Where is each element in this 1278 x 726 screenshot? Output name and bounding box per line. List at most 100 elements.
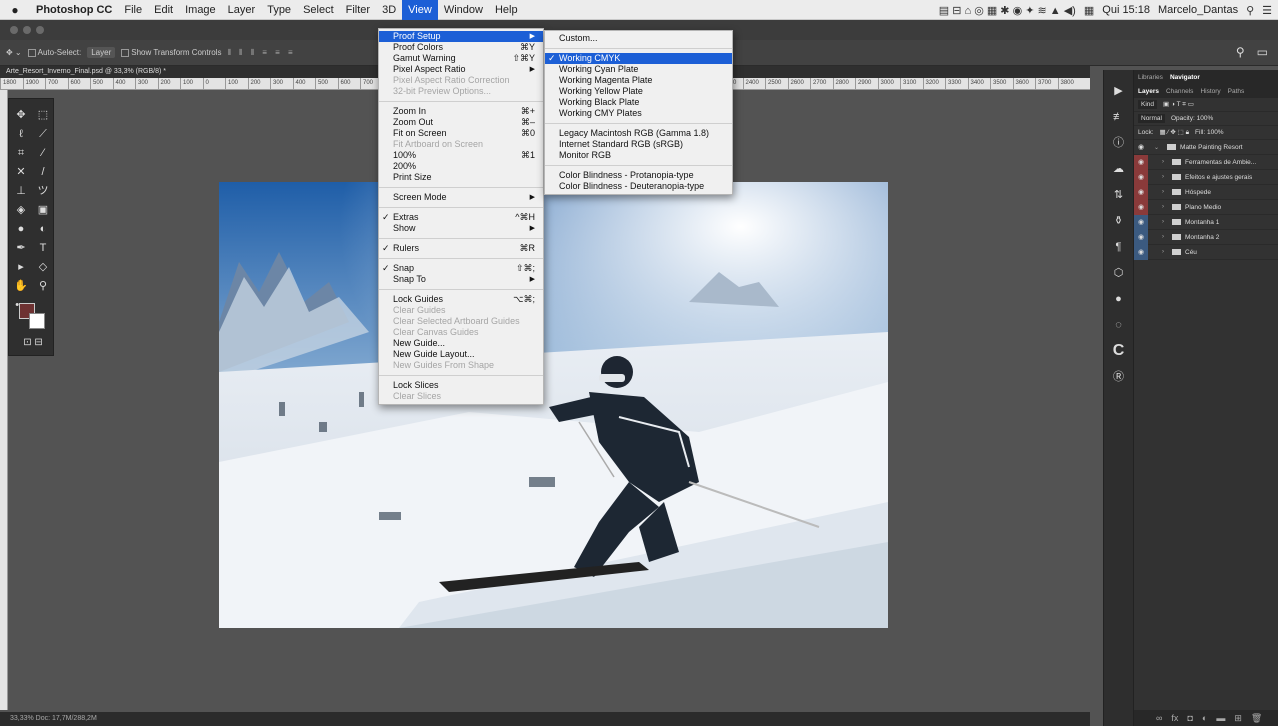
view-menu-item[interactable]: Gamut Warning ⇧⌘Y [379,53,543,64]
libraries-icon[interactable]: ☁ [1104,156,1133,182]
proof-menu-item[interactable]: ✓ Working CMYK [545,53,732,64]
move-tool-icon[interactable]: ✥ ⌄ [6,48,22,57]
layer-group-row[interactable]: ◉ ⌄ Matte Painting Resort [1134,140,1278,155]
notification-icon[interactable]: ☰ [1262,4,1272,17]
eye-icon[interactable]: ◉ [1134,184,1148,200]
layer-row[interactable]: ◉ › Hóspede [1134,184,1278,200]
hand-tool[interactable]: ✋ [11,278,31,294]
view-menu-item[interactable]: Show ▶ [379,223,543,234]
brush-tool[interactable]: / [33,164,53,180]
view-menu-item[interactable]: Zoom Out ⌘– [379,117,543,128]
proof-menu-item[interactable]: Monitor RGB [545,150,732,161]
proof-menu-item[interactable]: Color Blindness - Deuteranopia-type [545,181,732,192]
menu-layer[interactable]: Layer [222,0,262,20]
view-menu-item[interactable]: New Guide... [379,338,543,349]
menu-type[interactable]: Type [261,0,297,20]
proof-menu-item[interactable]: Working Yellow Plate [545,86,732,97]
menu-edit[interactable]: Edit [148,0,179,20]
layers-adjust-icon[interactable]: ≢ [1104,104,1133,130]
fill-field[interactable]: Fill: 100% [1195,129,1224,136]
layer-row[interactable]: ◉ › Céu [1134,244,1278,260]
chevron-right-icon[interactable]: › [1162,204,1164,210]
view-menu-item[interactable]: Lock Slices [379,380,543,391]
proof-menu-item[interactable]: Internet Standard RGB (sRGB) [545,139,732,150]
menu-image[interactable]: Image [179,0,222,20]
shape-tool[interactable]: ◇ [33,259,53,275]
chevron-right-icon[interactable]: › [1162,189,1164,195]
view-menu-item[interactable]: 100% ⌘1 [379,150,543,161]
auto-select-checkbox[interactable]: Auto-Select: [27,48,81,57]
view-menu-item[interactable]: ✓ Snap ⇧⌘; [379,263,543,274]
3d-icon[interactable]: ⬡ [1104,260,1133,286]
proof-menu-item[interactable]: Legacy Macintosh RGB (Gamma 1.8) [545,128,732,139]
proof-menu-item[interactable]: Working Magenta Plate [545,75,732,86]
path-select-tool[interactable]: ▸ [11,259,31,275]
workspace-icon[interactable]: ▭ [1257,45,1268,59]
tab-navigator[interactable]: Navigator [1170,74,1200,81]
zoom-icon[interactable] [36,26,44,34]
lock-icons[interactable]: ▦ ⁄ ✥ ⬚ 🔒︎ [1160,128,1190,137]
dodge-tool[interactable]: ◐ [33,221,53,237]
tab-paths[interactable]: Paths [1228,88,1245,95]
fx-icon[interactable]: fx [1171,713,1178,723]
paragraph-icon[interactable]: ¶ [1104,234,1133,260]
eye-icon[interactable]: ◉ [1134,214,1148,230]
opacity-field[interactable]: Opacity: 100% [1171,115,1213,122]
view-menu-item[interactable]: Print Size [379,172,543,183]
move-tool[interactable]: ✥ [11,107,31,123]
eye-icon[interactable]: ◉ [1134,199,1148,215]
view-menu-item[interactable]: Lock Guides ⌥⌘; [379,294,543,305]
plugin-ra-icon[interactable]: Ⓡ [1104,364,1133,390]
filter-icons[interactable]: ▣ ◑ T ⌗ ▭ [1163,100,1194,109]
menu-select[interactable]: Select [297,0,340,20]
user-name[interactable]: Marcelo_Dantas [1158,4,1238,16]
menu-app-name[interactable]: Photoshop CC [30,0,118,20]
proof-menu-item[interactable]: Working Black Plate [545,97,732,108]
menu-window[interactable]: Window [438,0,489,20]
view-menu-item[interactable]: ✓ Rulers ⌘R [379,243,543,254]
quick-select-tool[interactable]: ⟋ [33,126,53,142]
view-menu-item[interactable]: Screen Mode ▶ [379,192,543,203]
menu-filter[interactable]: Filter [340,0,376,20]
history-brush-tool[interactable]: ツ [33,183,53,199]
trash-icon[interactable]: 🗑︎ [1251,713,1262,724]
eye-icon[interactable]: ◉ [1134,154,1148,170]
chevron-right-icon[interactable]: › [1162,174,1164,180]
chevron-down-icon[interactable]: ⌄ [1154,144,1159,151]
view-menu-item[interactable]: 200% [379,161,543,172]
eye-icon[interactable]: ◉ [1134,140,1148,155]
clock[interactable]: Qui 15:18 [1102,4,1150,16]
blend-mode[interactable]: Normal [1138,114,1165,123]
minimize-icon[interactable] [23,26,31,34]
status-icons[interactable]: ▤ ⊟ ⌂ ◎ ▦ ✱ ◉ ✦ ≋ ▲ ◀) [939,4,1076,17]
eye-icon[interactable]: ◉ [1134,229,1148,245]
proof-menu-item[interactable]: Color Blindness - Protanopia-type [545,170,732,181]
view-menu-item[interactable]: Zoom In ⌘+ [379,106,543,117]
flag-icon[interactable]: ▦ [1084,4,1094,17]
eyedropper-tool[interactable]: ⁄ [33,145,53,161]
eraser-tool[interactable]: ◈ [11,202,31,218]
view-menu-item[interactable]: Snap To ▶ [379,274,543,285]
brush-presets-icon[interactable]: ⚱ [1104,208,1133,234]
chevron-right-icon[interactable]: › [1162,234,1164,240]
marquee-tool[interactable]: ⬚ [33,107,53,123]
adjustment-icon[interactable]: ◐ [1202,713,1207,723]
layer-row[interactable]: ◉ › Efeitos e ajustes gerais [1134,169,1278,185]
view-menu-item[interactable]: Pixel Aspect Ratio ▶ [379,64,543,75]
background-color[interactable] [29,313,45,329]
properties-icon[interactable]: ⇅ [1104,182,1133,208]
document-canvas[interactable] [219,182,888,628]
view-menu-item[interactable]: Proof Colors ⌘Y [379,42,543,53]
quick-mask-icon[interactable]: ⊡ ⊟ [15,335,51,351]
tab-layers[interactable]: Layers [1138,88,1159,95]
menu-3d[interactable]: 3D [376,0,402,20]
plugin-icon[interactable]: ◌ [1104,312,1133,338]
pen-tool[interactable]: ✒ [11,240,31,256]
spotlight-icon[interactable]: ⚲ [1246,4,1254,17]
play-icon[interactable]: ▶ [1104,78,1133,104]
proof-menu-item[interactable]: Working Cyan Plate [545,64,732,75]
kind-filter[interactable]: Kind [1138,100,1158,109]
eye-icon[interactable]: ◉ [1134,169,1148,185]
chevron-right-icon[interactable]: › [1162,249,1164,255]
mask-icon[interactable]: ◘ [1187,713,1192,723]
